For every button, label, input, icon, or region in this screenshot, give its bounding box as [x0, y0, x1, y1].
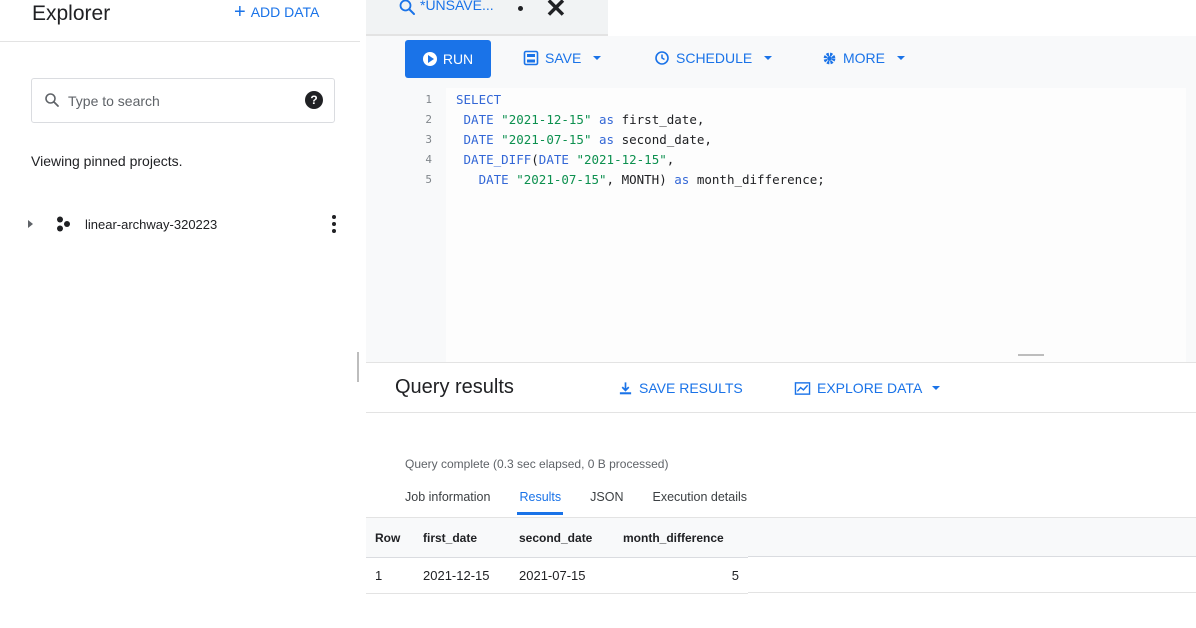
pinned-projects-text: Viewing pinned projects.	[31, 153, 183, 169]
dropdown-arrow-icon	[932, 386, 941, 390]
gear-icon	[823, 52, 836, 64]
panel-resize-handle[interactable]	[357, 352, 359, 382]
explorer-search[interactable]: ?	[31, 78, 335, 123]
tab-execution-details[interactable]: Execution details	[653, 487, 748, 517]
add-data-label: ADD DATA	[250, 4, 320, 20]
save-results-button[interactable]: SAVE RESULTS	[618, 380, 743, 396]
results-title: Query results	[395, 376, 514, 398]
explore-data-label: EXPLORE DATA	[817, 380, 923, 396]
project-icon	[57, 216, 70, 232]
help-icon[interactable]: ?	[305, 91, 323, 109]
code-line[interactable]: DATE "2021-07-15" as second_date,	[456, 130, 1156, 150]
search-icon	[45, 93, 59, 107]
explorer-panel: Explorer + ADD DATA ? Viewing pinned pro…	[0, 0, 360, 628]
query-status-text: Query complete (0.3 sec elapsed, 0 B pro…	[405, 457, 669, 471]
cell-row: 1	[375, 568, 383, 583]
editor-tab-strip: *UNSAVE... ✕	[366, 0, 1196, 36]
play-icon	[422, 52, 437, 66]
code-editor[interactable]: SELECT DATE "2021-12-15" as first_date, …	[446, 88, 1186, 362]
save-label: SAVE	[545, 50, 582, 66]
chart-icon	[794, 381, 811, 395]
download-icon	[619, 381, 632, 394]
code-area[interactable]: 1 2 3 4 5 SELECT DATE "2021-12-15" as fi…	[366, 88, 1196, 362]
explorer-title: Explorer	[32, 2, 111, 25]
add-data-button[interactable]: + ADD DATA	[234, 1, 320, 23]
line-number: 2	[425, 113, 432, 126]
tab-results[interactable]: Results	[517, 487, 563, 517]
unsaved-dot-icon	[518, 6, 523, 11]
table-header-row: Row first_date second_date month_differe…	[366, 517, 748, 558]
editor-toolbar: RUN SAVE SCHEDULE MORE	[366, 36, 1196, 88]
tab-json[interactable]: JSON	[590, 487, 623, 517]
expand-arrow-icon[interactable]	[28, 220, 33, 228]
cell-month-difference: 5	[731, 568, 739, 583]
code-line[interactable]: DATE_DIFF(DATE "2021-12-15",	[456, 150, 1156, 170]
query-icon	[399, 0, 415, 15]
line-number: 4	[425, 153, 432, 166]
query-results-panel: Query results SAVE RESULTS EXPLORE DATA …	[366, 362, 1196, 628]
dropdown-arrow-icon	[897, 56, 905, 60]
more-label: MORE	[843, 50, 885, 66]
search-input[interactable]	[68, 90, 288, 112]
project-name[interactable]: linear-archway-320223	[85, 217, 217, 232]
project-tree-item[interactable]: linear-archway-320223	[24, 210, 346, 238]
tab-unsaved-query[interactable]: *UNSAVE... ✕	[366, 0, 608, 36]
schedule-label: SCHEDULE	[676, 50, 753, 66]
clock-icon	[655, 51, 669, 65]
close-icon[interactable]: ✕	[545, 0, 567, 24]
more-vert-icon[interactable]	[332, 215, 336, 233]
column-header-second-date[interactable]: second_date	[510, 518, 614, 558]
save-button[interactable]: SAVE	[523, 46, 602, 70]
column-header-month-difference[interactable]: month_difference	[614, 518, 748, 558]
explore-data-button[interactable]: EXPLORE DATA	[794, 380, 941, 396]
table-row: 1 2021-12-15 2021-07-15 5	[366, 558, 748, 594]
save-results-label: SAVE RESULTS	[639, 380, 743, 396]
save-icon	[523, 50, 539, 66]
line-number: 1	[425, 93, 432, 106]
cell-first-date: 2021-12-15	[423, 568, 490, 583]
explorer-header: Explorer + ADD DATA	[0, 0, 360, 42]
results-table: Row first_date second_date month_differe…	[366, 517, 748, 594]
tab-label: *UNSAVE...	[420, 0, 494, 13]
results-header: Query results SAVE RESULTS EXPLORE DATA	[366, 363, 1196, 413]
dropdown-arrow-icon	[764, 56, 773, 60]
schedule-button[interactable]: SCHEDULE	[654, 46, 773, 70]
code-line[interactable]: DATE "2021-12-15" as first_date,	[456, 110, 1156, 130]
results-table-wrap: Row first_date second_date month_differe…	[366, 517, 1196, 594]
tab-job-information[interactable]: Job information	[405, 487, 490, 517]
query-editor: RUN SAVE SCHEDULE MORE 1 2 3 4 5 SELECT …	[366, 36, 1196, 362]
editor-resize-handle[interactable]	[1018, 354, 1044, 356]
cell-second-date: 2021-07-15	[519, 568, 586, 583]
dropdown-arrow-icon	[593, 56, 602, 60]
line-number-gutter: 1 2 3 4 5	[366, 88, 446, 362]
column-header-row[interactable]: Row	[366, 518, 414, 558]
more-button[interactable]: MORE	[822, 46, 905, 70]
line-number: 5	[425, 173, 432, 186]
run-button[interactable]: RUN	[405, 40, 491, 78]
code-line[interactable]: SELECT	[456, 90, 1156, 110]
run-label: RUN	[442, 51, 474, 67]
plus-icon: +	[234, 1, 246, 23]
results-tabs: Job information Results JSON Execution d…	[405, 487, 776, 517]
column-header-first-date[interactable]: first_date	[414, 518, 510, 558]
code-line[interactable]: DATE "2021-07-15", MONTH) as month_diffe…	[456, 170, 1156, 190]
line-number: 3	[425, 133, 432, 146]
